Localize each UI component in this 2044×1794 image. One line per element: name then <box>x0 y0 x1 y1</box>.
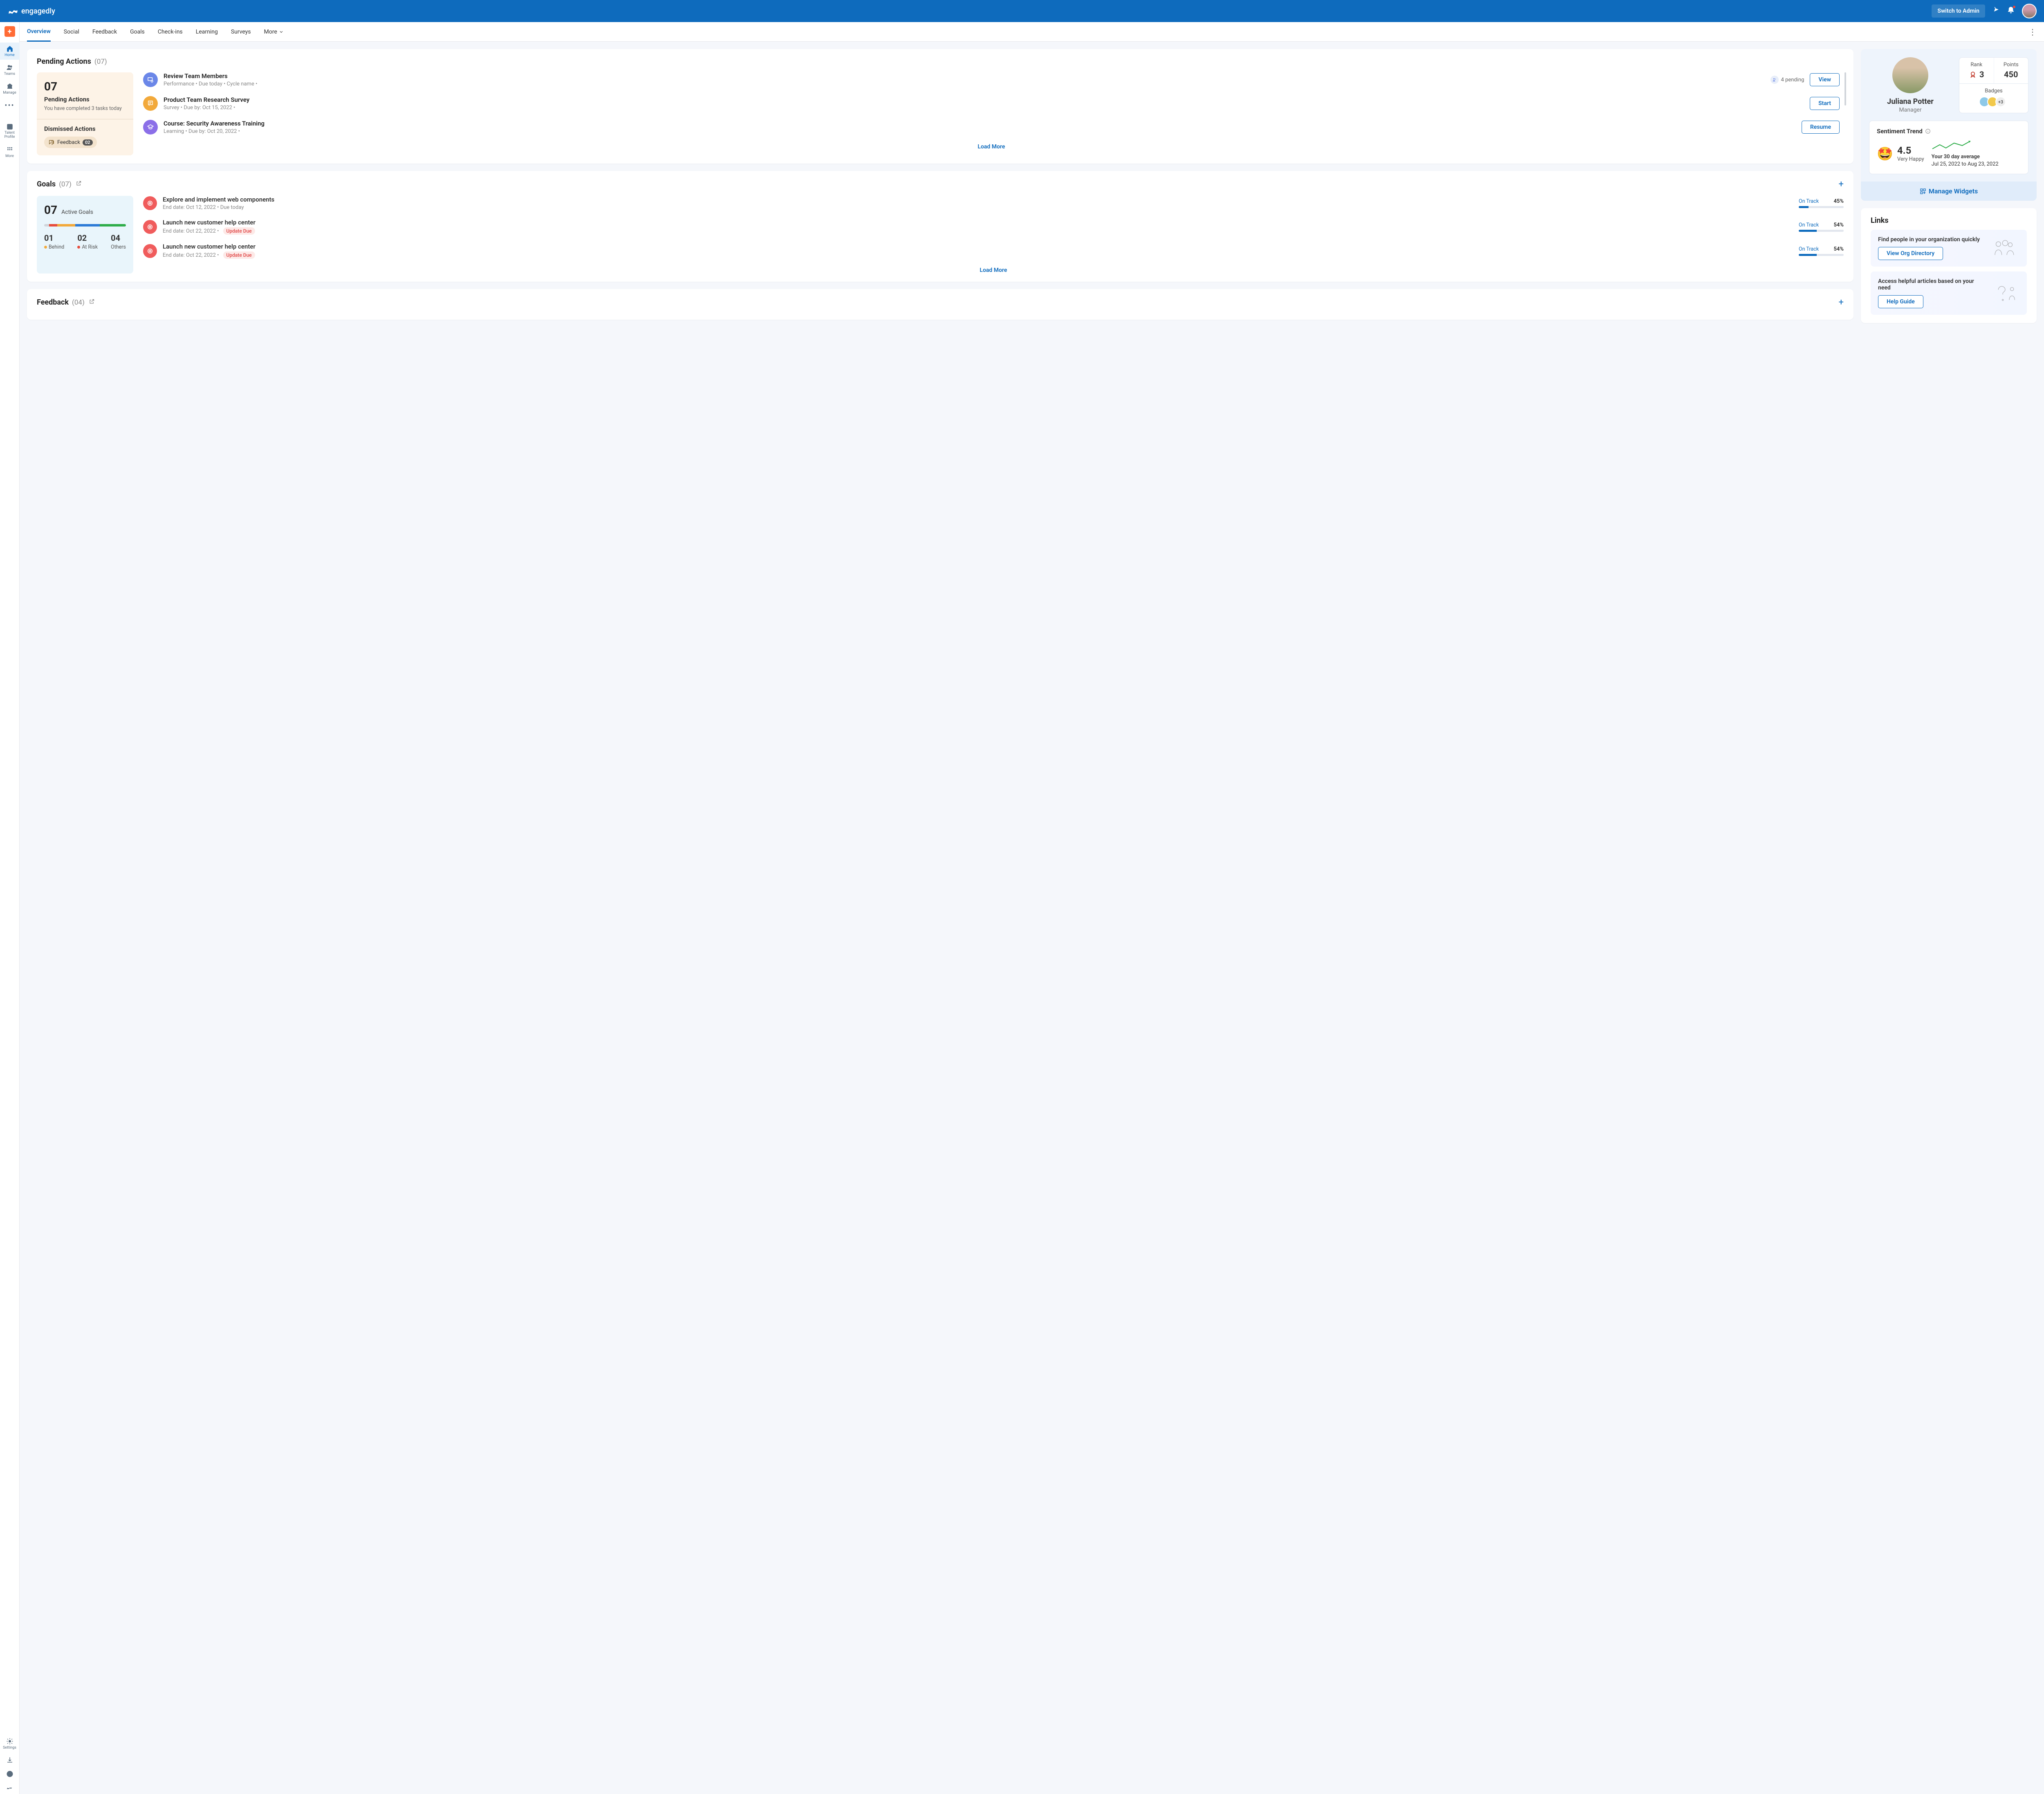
rail-home[interactable]: Home <box>0 43 20 60</box>
scrollbar[interactable] <box>1845 72 1846 105</box>
external-link-icon[interactable] <box>76 180 82 188</box>
rail-apps[interactable]: More <box>0 144 20 161</box>
notification-dot <box>2013 6 2015 8</box>
update-due-badge: Update Due <box>223 227 255 235</box>
widgets-icon <box>1920 188 1926 195</box>
profile-avatar[interactable] <box>1892 57 1928 93</box>
goals-summary: 07 Active Goals 01Behind 02At Risk 04Oth… <box>37 196 133 274</box>
left-rail: + Home Teams Manage ••• Talent Profile M… <box>0 22 20 1794</box>
tabs: Overview Social Feedback Goals Check-ins… <box>20 22 2044 42</box>
tab-goals[interactable]: Goals <box>130 23 145 41</box>
pending-item[interactable]: Review Team Members Performance • Due to… <box>143 72 1840 87</box>
pending-item[interactable]: Course: Security Awareness Training Lear… <box>143 120 1840 135</box>
tab-surveys[interactable]: Surveys <box>231 23 251 41</box>
sentiment-card: Sentiment Trend 🤩 4.5 Very Happy <box>1869 121 2028 174</box>
tab-social[interactable]: Social <box>64 23 79 41</box>
progress-bar <box>1799 230 1844 232</box>
pending-list: Review Team Members Performance • Due to… <box>143 72 1844 155</box>
goals-card: Goals (07) + 07 Active Goals <box>27 171 1853 282</box>
chat-icon <box>48 139 55 146</box>
emoji-icon: 🤩 <box>1877 146 1893 161</box>
pending-actions-card: Pending Actions (07) 07 Pending Actions … <box>27 49 1853 164</box>
rail-talent-profile[interactable]: Talent Profile <box>0 121 20 142</box>
rail-brand-icon[interactable] <box>0 1782 20 1794</box>
update-due-badge: Update Due <box>223 251 255 259</box>
link-org-directory: Find people in your organization quickly… <box>1871 230 2027 267</box>
pin-icon[interactable] <box>1992 7 2000 16</box>
pending-summary: 07 Pending Actions You have completed 3 … <box>37 72 133 155</box>
tab-overview[interactable]: Overview <box>27 22 51 42</box>
tab-feedback[interactable]: Feedback <box>92 23 117 41</box>
load-more-button[interactable]: Load More <box>143 267 1844 274</box>
tab-learning[interactable]: Learning <box>196 23 218 41</box>
bell-icon[interactable] <box>2007 7 2015 16</box>
tab-more[interactable]: More <box>264 23 284 41</box>
tab-checkins[interactable]: Check-ins <box>158 23 183 41</box>
trend-line-icon <box>1932 140 1972 152</box>
people-icon <box>1771 76 1779 84</box>
topbar: engagedly Switch to Admin <box>0 0 2044 22</box>
survey-icon <box>143 96 158 111</box>
view-button[interactable]: View <box>1810 73 1840 86</box>
external-link-icon[interactable] <box>89 298 95 306</box>
add-feedback-button[interactable]: + <box>1839 297 1844 307</box>
rank-badge-icon <box>1969 70 1977 78</box>
goals-title: Goals <box>37 180 56 188</box>
rail-manage[interactable]: Manage <box>0 80 20 97</box>
rail-help[interactable] <box>0 1768 20 1780</box>
manage-widgets-button[interactable]: Manage Widgets <box>1861 182 2037 201</box>
pending-title: Pending Actions <box>37 57 91 66</box>
rail-download[interactable] <box>0 1754 20 1766</box>
people-illustration-icon <box>1991 238 2019 258</box>
goal-item[interactable]: Launch new customer help center End date… <box>143 219 1844 235</box>
help-guide-button[interactable]: Help Guide <box>1878 295 1923 308</box>
rail-teams[interactable]: Teams <box>0 61 20 78</box>
pending-item[interactable]: Product Team Research Survey Survey • Du… <box>143 96 1840 111</box>
progress-bar <box>1799 206 1844 208</box>
link-help-guide: Access helpful articles based on your ne… <box>1871 271 2027 315</box>
review-icon <box>143 72 158 87</box>
profile-widget: Juliana Potter Manager Rank3 Points450 B… <box>1861 49 2037 201</box>
logo[interactable]: engagedly <box>7 5 55 17</box>
create-button[interactable]: + <box>4 26 15 37</box>
goals-list: Explore and implement web components End… <box>143 196 1844 274</box>
target-icon <box>143 196 157 210</box>
load-more-button[interactable]: Load More <box>143 144 1840 150</box>
view-org-directory-button[interactable]: View Org Directory <box>1878 247 1943 260</box>
stats-box: Rank3 Points450 Badges +3 <box>1959 57 2028 113</box>
add-goal-button[interactable]: + <box>1839 179 1844 189</box>
avatar[interactable] <box>2022 4 2037 18</box>
badges[interactable]: +3 <box>1963 96 2024 107</box>
goals-segment-bar <box>44 224 126 226</box>
switch-to-admin-button[interactable]: Switch to Admin <box>1932 4 1985 18</box>
links-card: Links Find people in your organization q… <box>1861 208 2037 323</box>
info-icon[interactable] <box>1925 128 1931 134</box>
target-icon <box>143 220 157 234</box>
feedback-title: Feedback <box>37 298 69 307</box>
pending-count-pill: 4 pending <box>1771 76 1804 84</box>
goal-item[interactable]: Explore and implement web components End… <box>143 196 1844 211</box>
help-illustration-icon <box>1991 283 2019 303</box>
progress-bar <box>1799 254 1844 256</box>
start-button[interactable]: Start <box>1810 97 1840 110</box>
rail-settings[interactable]: Settings <box>0 1735 20 1752</box>
chevron-down-icon <box>279 29 284 34</box>
target-icon <box>143 244 157 258</box>
resume-button[interactable]: Resume <box>1802 121 1840 134</box>
kebab-menu-icon[interactable]: ⋮ <box>2028 27 2037 37</box>
feedback-card: Feedback (04) + <box>27 289 1853 320</box>
pending-count: (07) <box>94 58 107 66</box>
goal-item[interactable]: Launch new customer help center End date… <box>143 243 1844 259</box>
app-name: engagedly <box>21 7 55 16</box>
rail-more[interactable]: ••• <box>0 99 20 112</box>
learning-icon <box>143 120 158 135</box>
feedback-chip[interactable]: Feedback 02 <box>44 137 97 148</box>
